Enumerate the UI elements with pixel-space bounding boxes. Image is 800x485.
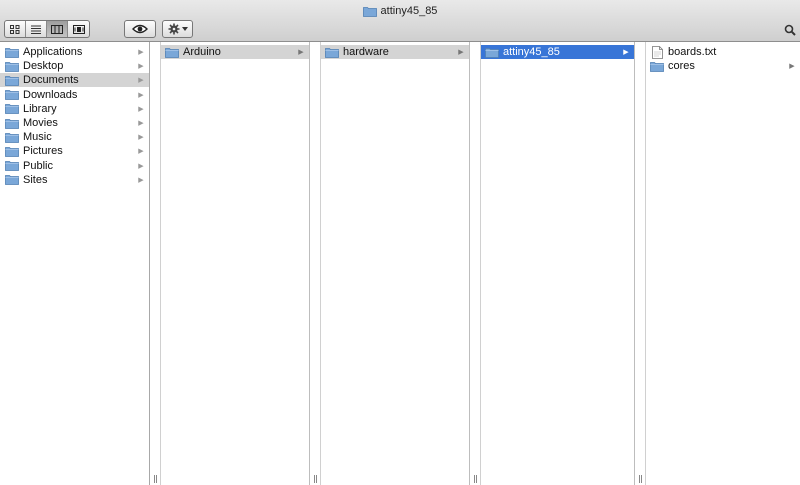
column-resize-handle[interactable] [472, 475, 478, 483]
folder-icon [5, 104, 19, 115]
item-label: Desktop [23, 60, 64, 73]
column-arduino-level: Arduino ▶ [161, 42, 310, 485]
folder-icon [485, 47, 499, 58]
folder-item[interactable]: attiny45_85 ▶ [481, 45, 634, 59]
item-label: boards.txt [668, 46, 717, 58]
folder-icon [325, 47, 339, 58]
list-view-icon [31, 25, 41, 34]
column-gap [310, 42, 321, 485]
disclosure-arrow-icon: ▶ [138, 120, 144, 127]
disclosure-arrow-icon: ▶ [138, 77, 144, 85]
folder-icon [5, 75, 19, 86]
item-label: Applications [23, 46, 83, 58]
disclosure-arrow-icon: ▶ [138, 105, 144, 113]
folder-icon [5, 175, 19, 186]
coverflow-view-icon [72, 24, 85, 34]
list-view-button[interactable] [26, 21, 47, 37]
disclosure-arrow-icon: ▶ [138, 63, 144, 71]
coverflow-view-button[interactable] [68, 21, 89, 37]
disclosure-arrow-icon: ▶ [138, 176, 144, 184]
folder-item[interactable]: Downloads ▶ [0, 88, 149, 102]
column-contents-level: boards.txt cores ▶ [646, 42, 800, 485]
column-view-icon [51, 24, 63, 34]
folder-icon [5, 118, 19, 129]
item-label: Downloads [23, 88, 78, 101]
view-mode-selector [4, 20, 90, 38]
disclosure-arrow-icon: ▶ [138, 162, 144, 170]
disclosure-arrow-icon: ▶ [298, 49, 304, 56]
folder-item[interactable]: Sites ▶ [0, 173, 149, 187]
folder-icon [5, 146, 19, 157]
column-view-button[interactable] [47, 21, 68, 37]
folder-item[interactable]: Arduino ▶ [161, 45, 309, 59]
column-resize-handle[interactable] [312, 475, 318, 483]
column-gap [470, 42, 481, 485]
sidebar-column: Applications ▶ Desktop ▶ Documents ▶ Downloads… [0, 42, 150, 485]
folder-item[interactable]: Music ▶ [0, 130, 149, 144]
item-label: attiny45_85 [503, 46, 560, 58]
folder-item[interactable]: Applications ▶ [0, 45, 149, 59]
quick-look-button[interactable] [124, 20, 156, 38]
item-label: Movies [23, 117, 58, 129]
item-label: Library [23, 102, 57, 115]
icon-view-icon [10, 24, 20, 34]
folder-item[interactable]: Public ▶ [0, 159, 149, 173]
column-resize-handle[interactable] [152, 475, 158, 483]
search-icon [784, 24, 796, 36]
disclosure-arrow-icon: ▶ [138, 91, 144, 99]
folder-icon [5, 161, 19, 171]
folder-icon [362, 6, 377, 17]
column-browser: Applications ▶ Desktop ▶ Documents ▶ Downloads… [0, 42, 800, 485]
column-resize-handle[interactable] [637, 475, 643, 483]
disclosure-arrow-icon: ▶ [138, 134, 144, 142]
folder-icon [650, 61, 664, 72]
item-label: Sites [23, 173, 48, 186]
item-label: Music [23, 131, 52, 144]
chevron-down-icon [181, 27, 188, 31]
window-title-text: attiny45_85 [380, 5, 438, 17]
folder-item[interactable]: Library ▶ [0, 102, 149, 116]
folder-icon [5, 90, 19, 100]
folder-item[interactable]: Documents ▶ [0, 73, 149, 88]
folder-item[interactable]: cores ▶ [646, 59, 800, 73]
icon-view-button[interactable] [5, 21, 26, 37]
text-file-icon [652, 45, 663, 59]
disclosure-arrow-icon: ▶ [138, 148, 144, 156]
column-gap [150, 42, 161, 485]
item-label: Arduino [183, 46, 221, 58]
file-item[interactable]: boards.txt [646, 45, 800, 59]
column-gap [635, 42, 646, 485]
folder-icon [5, 132, 19, 143]
search-button[interactable] [782, 22, 798, 38]
finder-toolbar: attiny45_85 [0, 0, 800, 42]
item-label: hardware [343, 46, 389, 58]
disclosure-arrow-icon: ▶ [623, 49, 629, 56]
gear-icon [168, 23, 179, 35]
folder-item[interactable]: Movies ▶ [0, 116, 149, 130]
action-menu-button[interactable] [162, 20, 193, 38]
folder-icon [5, 47, 19, 58]
disclosure-arrow-icon: ▶ [458, 49, 464, 56]
eye-icon [132, 24, 148, 34]
folder-icon [165, 47, 179, 58]
folder-item[interactable]: Desktop ▶ [0, 59, 149, 73]
folder-item[interactable]: hardware ▶ [321, 45, 469, 59]
disclosure-arrow-icon: ▶ [789, 63, 795, 71]
window-title: attiny45_85 [0, 3, 800, 19]
column-hardware-level: hardware ▶ [321, 42, 470, 485]
column-attiny-level: attiny45_85 ▶ [481, 42, 635, 485]
folder-item[interactable]: Pictures ▶ [0, 144, 149, 158]
item-label: cores [668, 60, 695, 73]
item-label: Documents [23, 74, 79, 87]
item-label: Public [23, 159, 53, 172]
folder-icon [5, 61, 19, 72]
item-label: Pictures [23, 145, 63, 158]
disclosure-arrow-icon: ▶ [138, 49, 144, 56]
